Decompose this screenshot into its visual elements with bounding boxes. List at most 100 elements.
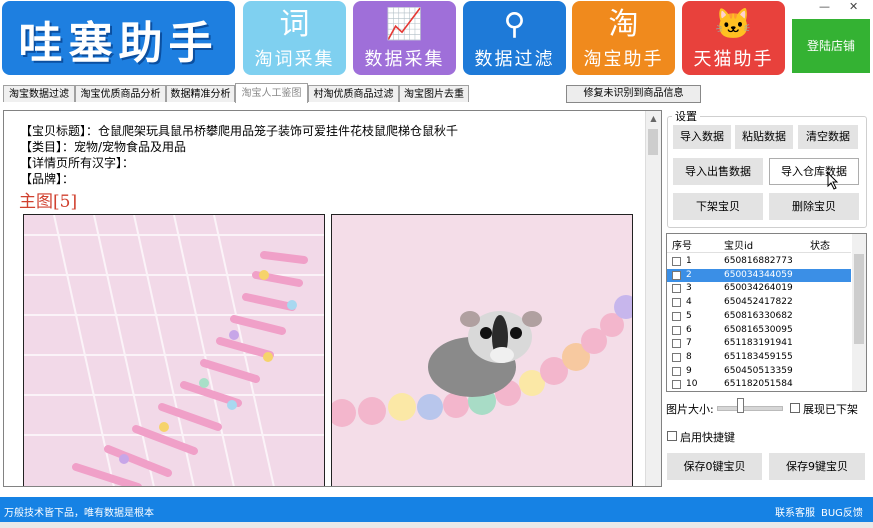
list-scrollbar[interactable]: [852, 234, 866, 391]
product-title-line: 【宝贝标题】：仓鼠爬架玩具鼠吊桥攀爬用品笼子装饰可爱挂件花枝鼠爬梯仓鼠秋千: [20, 124, 459, 138]
detail-scrollbar[interactable]: ▲: [645, 111, 661, 486]
item-id-list[interactable]: 序号 宝贝id 状态 1 650816882773 2 650034344059 3 65…: [666, 233, 867, 392]
list-row[interactable]: 8 651183459155: [667, 351, 851, 364]
list-row[interactable]: 7 651183191941: [667, 337, 851, 350]
row-checkbox[interactable]: [672, 257, 681, 266]
row-item-id: 650816330682: [724, 310, 793, 321]
tab-5[interactable]: 淘宝图片去重: [399, 85, 469, 102]
clear-data-button[interactable]: 清空数据: [798, 125, 858, 149]
row-item-id: 651182051584: [724, 379, 793, 390]
tab-2[interactable]: 数据精准分析: [166, 85, 235, 102]
row-number: 6: [686, 324, 692, 335]
import-data-button[interactable]: 导入数据: [673, 125, 731, 149]
delist-item-button[interactable]: 下架宝贝: [673, 193, 763, 220]
import-sale-data-button[interactable]: 导入出售数据: [673, 158, 763, 185]
minimize-button[interactable]: —: [819, 0, 830, 13]
tab-4[interactable]: 村淘优质商品过滤: [308, 85, 399, 102]
row-number: 5: [686, 310, 692, 321]
mouse-cursor-icon: [827, 172, 839, 190]
status-bar: 万般技术皆下品，唯有数据是根本 联系客服 BUG反馈: [0, 497, 873, 522]
paste-data-button[interactable]: 粘贴数据: [735, 125, 793, 149]
product-photo-2[interactable]: [331, 214, 633, 486]
delete-item-button[interactable]: 删除宝贝: [769, 193, 859, 220]
tile-data-collect[interactable]: 📈 数据采集: [353, 1, 456, 75]
row-item-id: 650034264019: [724, 283, 793, 294]
row-checkbox[interactable]: [672, 284, 681, 294]
row-checkbox[interactable]: [672, 311, 681, 321]
bug-report-link[interactable]: BUG反馈: [821, 504, 863, 519]
product-category-line: 【类目】：宠物/宠物食品及用品: [20, 140, 187, 154]
login-store-button[interactable]: 登陆店铺: [792, 19, 870, 73]
row-number: 1: [686, 256, 692, 266]
list-row[interactable]: 4 650452417822: [667, 296, 851, 309]
row-item-id: 651183191941: [724, 338, 793, 349]
tile-taobao[interactable]: 淘淘宝助手: [572, 1, 675, 75]
tab-3[interactable]: 淘宝人工鉴图: [235, 83, 308, 103]
row-number: 10: [686, 379, 698, 390]
tab-0[interactable]: 淘宝数据过滤: [3, 85, 75, 102]
list-row[interactable]: 2 650034344059: [667, 268, 851, 282]
tile-taoci-label: 淘词采集: [254, 49, 335, 70]
detail-scrollbar-thumb[interactable]: [648, 129, 658, 155]
image-size-slider-thumb[interactable]: [737, 398, 744, 413]
show-delisted-label: 展现已下架: [803, 403, 858, 416]
show-delisted-checkbox[interactable]: [790, 403, 800, 413]
row-number: 2: [686, 269, 692, 280]
tile-tmall-label: 天猫助手: [693, 49, 774, 70]
tile-taoci[interactable]: 词淘词采集: [243, 1, 346, 75]
tile-taobao-label: 淘宝助手: [583, 49, 664, 70]
column-header-no[interactable]: 序号: [672, 237, 692, 252]
tile-tmall[interactable]: 🐱 天猫助手: [682, 1, 785, 75]
row-number: 8: [686, 351, 692, 362]
main-image-label: 主图[5]: [19, 192, 78, 212]
row-checkbox[interactable]: [672, 298, 681, 308]
list-row[interactable]: 1 650816882773: [667, 255, 851, 268]
tab-1[interactable]: 淘宝优质商品分析: [75, 85, 166, 102]
save-key9-button[interactable]: 保存9键宝贝: [769, 453, 865, 480]
product-detail-panel: 【宝贝标题】：仓鼠爬架玩具鼠吊桥攀爬用品笼子装饰可爱挂件花枝鼠爬梯仓鼠秋千 【类…: [3, 110, 662, 487]
enable-shortcut-checkbox[interactable]: [667, 431, 677, 441]
row-checkbox[interactable]: [672, 270, 681, 280]
status-slogan: 万般技术皆下品，唯有数据是根本: [4, 508, 154, 519]
row-item-id: 650450513359: [724, 365, 793, 376]
row-checkbox[interactable]: [672, 380, 681, 390]
row-checkbox[interactable]: [672, 366, 681, 376]
column-header-id[interactable]: 宝贝id: [724, 237, 753, 252]
tile-data-collect-label: 数据采集: [364, 49, 445, 70]
product-photo-1[interactable]: [23, 214, 325, 486]
row-checkbox[interactable]: [672, 339, 681, 349]
taskbar-strip: [0, 522, 873, 528]
row-item-id: 651183459155: [724, 351, 793, 362]
tile-taoci-icon: 词: [279, 7, 310, 42]
row-checkbox[interactable]: [672, 325, 681, 335]
product-info: 【宝贝标题】：仓鼠爬架玩具鼠吊桥攀爬用品笼子装饰可爱挂件花枝鼠爬梯仓鼠秋千 【类…: [20, 123, 458, 187]
settings-title: 设置: [672, 108, 700, 124]
list-row[interactable]: 5 650816330682: [667, 310, 851, 323]
tile-tmall-icon: 🐱: [714, 7, 753, 42]
chevron-up-icon[interactable]: ▲: [646, 111, 661, 126]
enable-shortcut-label: 启用快捷键: [680, 431, 735, 444]
save-key0-button[interactable]: 保存0键宝贝: [667, 453, 762, 480]
import-warehouse-data-button[interactable]: 导入仓库数据: [769, 158, 859, 185]
column-header-status[interactable]: 状态: [810, 237, 830, 252]
app-logo: 哇塞助手: [2, 1, 235, 75]
tile-data-collect-icon: 📈: [385, 7, 424, 42]
list-scrollbar-thumb[interactable]: [854, 254, 864, 344]
contact-support-link[interactable]: 联系客服: [775, 504, 815, 519]
row-number: 4: [686, 297, 692, 308]
list-row[interactable]: 3 650034264019: [667, 282, 851, 295]
repair-unrecognized-button[interactable]: 修复未识别到商品信息: [566, 85, 701, 103]
bridge-photo: [24, 215, 324, 486]
glider-photo: [332, 215, 632, 486]
tile-data-filter-icon: ⚲: [503, 7, 526, 42]
tile-data-filter[interactable]: ⚲ 数据过滤: [463, 1, 566, 75]
list-row[interactable]: 6 650816530095: [667, 324, 851, 337]
row-number: 9: [686, 365, 692, 376]
list-row[interactable]: 9 650450513359: [667, 365, 851, 378]
row-item-id: 650034344059: [724, 269, 793, 280]
list-row[interactable]: 10 651182051584: [667, 378, 851, 391]
close-button[interactable]: ✕: [849, 0, 858, 13]
tile-taobao-icon: 淘: [608, 7, 639, 42]
row-checkbox[interactable]: [672, 352, 681, 362]
image-size-slider-track[interactable]: [717, 406, 783, 411]
